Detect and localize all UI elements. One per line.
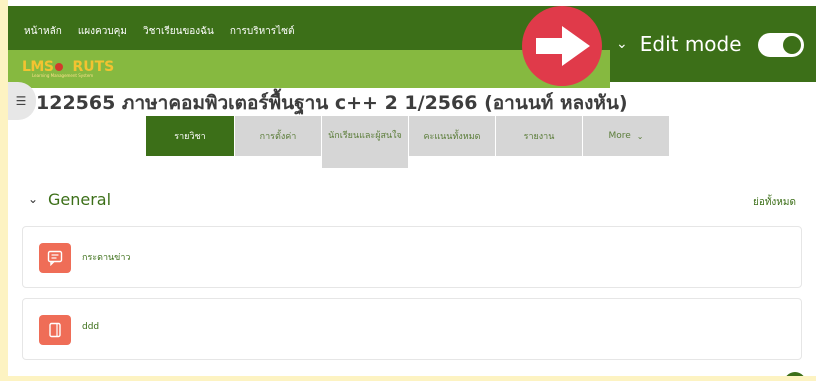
nav-home[interactable]: หน้าหลัก bbox=[24, 24, 62, 39]
page-icon bbox=[39, 315, 71, 345]
chevron-down-icon[interactable]: ⌄ bbox=[28, 192, 38, 206]
help-button[interactable] bbox=[784, 372, 806, 376]
nav-my-courses[interactable]: วิชาเรียนของฉัน bbox=[143, 24, 214, 39]
app-frame: หน้าหลัก แผงควบคุม วิชาเรียนของฉัน การบร… bbox=[8, 0, 816, 376]
edit-mode-label: Edit mode bbox=[639, 32, 742, 56]
list-item[interactable]: กระดานข่าว bbox=[22, 226, 802, 288]
tab-reports[interactable]: รายงาน bbox=[496, 116, 582, 156]
activity-name[interactable]: กระดานข่าว bbox=[82, 250, 130, 264]
tab-more-label: More bbox=[608, 131, 631, 141]
list-icon: ☰ bbox=[15, 94, 27, 108]
logo-subtitle: Learning Management System bbox=[32, 73, 94, 78]
tab-settings[interactable]: การตั้งค่า bbox=[235, 116, 321, 156]
chevron-down-icon: ⌄ bbox=[636, 131, 644, 141]
site-logo[interactable]: LMS RUTS Learning Management System bbox=[22, 59, 114, 79]
edit-mode-panel: ⌄ Edit mode bbox=[610, 6, 816, 82]
nav-dashboard[interactable]: แผงควบคุม bbox=[78, 24, 127, 39]
nav-site-admin[interactable]: การบริหารไซต์ bbox=[230, 24, 295, 39]
chevron-down-icon[interactable]: ⌄ bbox=[616, 36, 628, 52]
toggle-knob bbox=[783, 36, 801, 54]
edit-mode-toggle[interactable] bbox=[758, 33, 804, 57]
tab-course[interactable]: รายวิชา bbox=[146, 116, 234, 156]
arrow-right-icon bbox=[522, 6, 602, 86]
forum-icon bbox=[39, 243, 71, 273]
university-seal-icon bbox=[55, 63, 64, 71]
tab-grades[interactable]: คะแนนทั้งหมด bbox=[409, 116, 495, 156]
tab-participants[interactable]: นักเรียนและผู้สนใจ bbox=[322, 116, 408, 168]
logo-bar: LMS RUTS Learning Management System bbox=[8, 50, 610, 88]
collapse-all-link[interactable]: ย่อทั้งหมด bbox=[753, 195, 796, 210]
list-item[interactable]: ddd bbox=[22, 298, 802, 360]
activity-name[interactable]: ddd bbox=[82, 322, 99, 332]
course-index-toggle[interactable]: ☰ bbox=[8, 82, 36, 120]
page-title: 122565 ภาษาคอมพิวเตอร์พื้นฐาน c++ 2 1/25… bbox=[36, 92, 628, 114]
section-header: ⌄ General ย่อทั้งหมด bbox=[28, 190, 808, 212]
section-title[interactable]: General bbox=[48, 190, 111, 209]
course-tabs: รายวิชา การตั้งค่า นักเรียนและผู้สนใจ คะ… bbox=[146, 116, 670, 168]
tab-more[interactable]: More ⌄ bbox=[583, 116, 669, 156]
